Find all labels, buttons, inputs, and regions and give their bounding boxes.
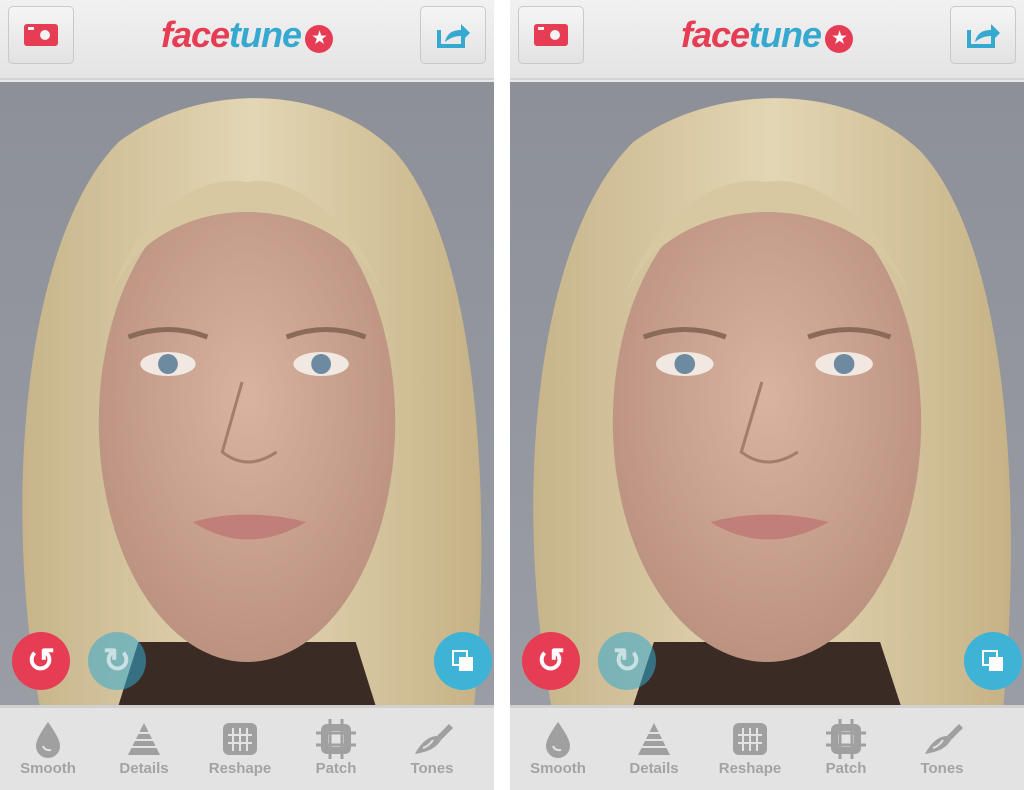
tool-label: Reshape [718,760,782,777]
logo-face: face [160,14,230,55]
partial-icon [993,718,1024,760]
droplet-icon [513,718,603,760]
compare-icon [452,650,473,671]
tool-label: Tones [920,760,964,777]
undo-icon: ↺ [26,642,56,680]
tool-label: Details [629,760,679,777]
brush-icon [387,718,477,760]
portrait-image [510,82,1024,705]
star-badge-icon: ★ [305,25,334,53]
logo-face: face [680,14,750,55]
brush-icon [897,718,987,760]
undo-button[interactable]: ↺ [12,632,70,690]
tool-patch[interactable]: Patch [801,718,891,777]
redo-icon: ↻ [612,642,642,680]
star-badge-icon: ★ [825,25,854,53]
logo-tune: tune [749,14,822,55]
pyramid-icon [99,718,189,760]
after-panel: facetune ★ ↺ ↻ Smooth Details Reshape Pa… [510,0,1024,790]
share-icon [967,24,1000,48]
compare-button[interactable] [964,632,1022,690]
tools-toolbar: Smooth Details Reshape Patch Tones Re [510,705,1024,790]
redo-button[interactable]: ↻ [88,632,146,690]
undo-icon: ↺ [536,642,566,680]
tool-label: Details [119,760,169,777]
tool-details[interactable]: Details [609,718,699,777]
compare-button[interactable] [434,632,492,690]
redo-button[interactable]: ↻ [598,632,656,690]
portrait-image [0,82,494,705]
tool-label: Smooth [530,760,586,777]
facetune-logo: facetune ★ [510,14,1024,56]
patch-icon [801,718,891,760]
tool-reshape[interactable]: Reshape [705,718,795,777]
logo-tune: tune [229,14,302,55]
share-icon [437,24,470,48]
tool-label: Smooth [20,760,76,777]
compare-icon [982,650,1003,671]
droplet-icon [3,718,93,760]
share-button[interactable] [420,6,486,64]
tool-label: Reshape [208,760,272,777]
undo-button[interactable]: ↺ [522,632,580,690]
app-header: facetune ★ [0,0,494,80]
tool-patch[interactable]: Patch [291,718,381,777]
tool-tones[interactable]: Tones [387,718,477,777]
tool-smooth[interactable]: Smooth [513,718,603,777]
tool-re[interactable]: Re [993,718,1024,777]
tool-label: Re [993,760,1024,777]
tools-toolbar: Smooth Details Reshape Patch Tones [0,705,494,790]
tool-reshape[interactable]: Reshape [195,718,285,777]
patch-icon [291,718,381,760]
grid-icon [195,718,285,760]
app-header: facetune ★ [510,0,1024,80]
redo-icon: ↻ [102,642,132,680]
share-button[interactable] [950,6,1016,64]
tool-label: Tones [410,760,454,777]
tool-smooth[interactable]: Smooth [3,718,93,777]
tool-details[interactable]: Details [99,718,189,777]
pyramid-icon [609,718,699,760]
tool-label: Patch [315,760,357,777]
grid-icon [705,718,795,760]
photo-canvas[interactable] [0,82,494,705]
tool-label: Patch [825,760,867,777]
photo-canvas[interactable] [510,82,1024,705]
tool-tones[interactable]: Tones [897,718,987,777]
before-panel: facetune ★ ↺ ↻ Smooth Details Reshape Pa… [0,0,494,790]
